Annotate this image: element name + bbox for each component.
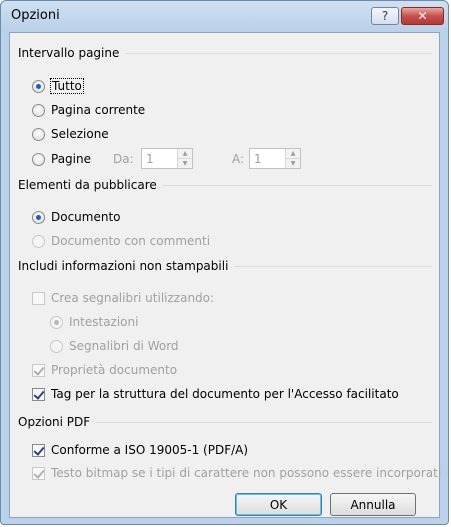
- check-bitmap-text-box[interactable]: [32, 466, 45, 480]
- publish-group: Elementi da pubblicare: [18, 178, 432, 192]
- radio-document-label: Documento: [51, 210, 121, 224]
- radio-document[interactable]: Documento: [32, 210, 121, 224]
- spin-up-icon[interactable]: ▲: [177, 149, 192, 158]
- title-bar[interactable]: Opzioni ? ✕: [1, 1, 448, 31]
- check-structure-tags[interactable]: Tag per la struttura del documento per l…: [32, 387, 399, 401]
- radio-current-page-control[interactable]: [32, 103, 45, 117]
- radio-document-comments[interactable]: Documento con commenti: [32, 234, 210, 248]
- from-label: Da:: [113, 152, 134, 166]
- radio-word-bookmarks[interactable]: Segnalibri di Word: [50, 339, 179, 353]
- check-pdfa-label: Conforme a ISO 19005-1 (PDF/A): [51, 443, 249, 457]
- close-icon: ✕: [417, 9, 428, 23]
- radio-all[interactable]: Tutto: [32, 78, 84, 94]
- radio-document-comments-control[interactable]: [32, 234, 45, 248]
- spin-down-icon[interactable]: ▼: [177, 158, 192, 168]
- check-bitmap-text[interactable]: Testo bitmap se i tipi di carattere non …: [32, 466, 441, 480]
- radio-pages-control[interactable]: [32, 152, 45, 166]
- radio-document-control[interactable]: [32, 210, 45, 224]
- pdf-options-heading: Opzioni PDF: [18, 415, 91, 429]
- to-label: A:: [232, 152, 245, 166]
- options-dialog: Opzioni ? ✕ Intervallo pagine Tutto Pagi…: [0, 0, 449, 525]
- radio-document-comments-label: Documento con commenti: [51, 234, 211, 248]
- help-button[interactable]: ?: [371, 7, 399, 25]
- page-range-heading: Intervallo pagine: [18, 46, 120, 60]
- close-button[interactable]: ✕: [401, 7, 444, 25]
- nonprint-heading: Includi informazioni non stampabili: [18, 259, 229, 273]
- divider: [125, 52, 432, 54]
- radio-word-bookmarks-label: Segnalibri di Word: [69, 339, 179, 353]
- radio-selection-label: Selezione: [51, 127, 109, 141]
- radio-all-control[interactable]: [32, 79, 45, 93]
- to-page-value[interactable]: 1: [254, 152, 262, 166]
- radio-headings-control[interactable]: [50, 315, 63, 329]
- radio-headings-label: Intestazioni: [69, 315, 139, 329]
- radio-selection-control[interactable]: [32, 127, 45, 141]
- radio-all-label: Tutto: [50, 78, 84, 94]
- nonprint-group: Includi informazioni non stampabili: [18, 259, 432, 273]
- check-bitmap-text-label: Testo bitmap se i tipi di carattere non …: [51, 466, 442, 480]
- from-page-spinner[interactable]: 1 ▲ ▼: [141, 148, 193, 169]
- check-properties-box[interactable]: [32, 363, 45, 377]
- dialog-body: Intervallo pagine Tutto Pagina corrente …: [9, 32, 441, 518]
- radio-headings[interactable]: Intestazioni: [50, 315, 138, 329]
- dialog-title: Opzioni: [11, 8, 60, 23]
- cancel-button[interactable]: Annulla: [330, 493, 416, 516]
- radio-word-bookmarks-control[interactable]: [50, 339, 63, 353]
- radio-pages-label: Pagine: [51, 152, 91, 166]
- publish-heading: Elementi da pubblicare: [18, 178, 157, 192]
- radio-pages[interactable]: Pagine: [32, 152, 91, 166]
- check-properties[interactable]: Proprietà documento: [32, 363, 177, 377]
- radio-selection[interactable]: Selezione: [32, 127, 109, 141]
- from-page-value[interactable]: 1: [146, 152, 154, 166]
- check-bookmarks[interactable]: Crea segnalibri utilizzando:: [32, 291, 214, 305]
- radio-current-page-label: Pagina corrente: [51, 103, 146, 117]
- check-bookmarks-box[interactable]: [32, 291, 45, 305]
- check-structure-tags-box[interactable]: [32, 387, 45, 401]
- help-icon: ?: [381, 9, 389, 23]
- check-structure-tags-label: Tag per la struttura del documento per l…: [51, 387, 399, 401]
- divider: [234, 265, 432, 267]
- divider: [96, 421, 432, 423]
- check-properties-label: Proprietà documento: [51, 363, 178, 377]
- divider: [162, 184, 432, 186]
- radio-current-page[interactable]: Pagina corrente: [32, 103, 145, 117]
- ok-button[interactable]: OK: [235, 493, 322, 516]
- to-page-spinner[interactable]: 1 ▲ ▼: [249, 148, 301, 169]
- check-bookmarks-label: Crea segnalibri utilizzando:: [51, 291, 215, 305]
- check-pdfa-box[interactable]: [32, 443, 45, 457]
- check-pdfa[interactable]: Conforme a ISO 19005-1 (PDF/A): [32, 443, 248, 457]
- spin-down-icon[interactable]: ▼: [285, 158, 300, 168]
- spin-up-icon[interactable]: ▲: [285, 149, 300, 158]
- pdf-options-group: Opzioni PDF: [18, 415, 432, 429]
- page-range-group: Intervallo pagine: [18, 46, 432, 60]
